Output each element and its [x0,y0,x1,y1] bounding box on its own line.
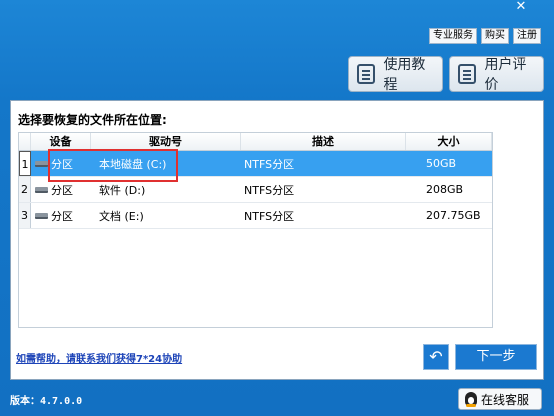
table-row[interactable]: 2 分区 软件 (D:) NTFS分区 208GB [19,177,492,203]
device-cell: 分区 [31,208,91,224]
device-cell: 分区 [31,182,91,198]
table-row[interactable]: 3 分区 文档 (E:) NTFS分区 207.75GB [19,203,492,229]
header-desc[interactable]: 描述 [241,133,406,150]
header-index [19,133,31,150]
close-button[interactable]: ✕ [507,0,535,14]
drive-cell: 本地磁盘 (C:) [99,157,167,171]
device-cell: 分区 [31,156,91,172]
review-button[interactable]: 用户评价 [449,56,544,93]
back-arrow-icon: ↶ [429,347,443,366]
header-drive[interactable]: 驱动号 [91,133,241,150]
panel-title: 选择要恢复的文件所在位置: [18,113,167,127]
back-button[interactable]: ↶ [423,344,449,370]
row-number: 3 [19,203,31,228]
disk-icon [35,160,48,167]
top-links: 专业服务 购买 注册 [429,28,541,44]
device-label: 分区 [51,157,73,171]
size-cell: 207.75GB [426,209,481,222]
app-window: ✕ 专业服务 购买 注册 使用教程 用户评价 选择要恢复的文件所在位置: 设备 … [0,0,554,416]
row-number: 2 [19,177,31,202]
customer-service-button[interactable]: 在线客服 [458,388,542,410]
size-cell: 208GB [426,183,464,196]
table-header: 设备 驱动号 描述 大小 [19,133,492,151]
header-device[interactable]: 设备 [31,133,91,150]
tutorial-button[interactable]: 使用教程 [348,56,443,93]
help-link[interactable]: 如需帮助，请联系我们获得7*24协助 [16,350,182,365]
review-label: 用户评价 [484,57,527,93]
partition-table: 设备 驱动号 描述 大小 1 分区 本地磁盘 (C:) NTFS分区 50GB … [18,132,493,328]
disk-icon [35,212,48,219]
qq-penguin-icon [465,392,477,407]
register-link[interactable]: 注册 [513,28,541,44]
drive-cell: 文档 (E:) [99,209,144,223]
customer-service-label: 在线客服 [481,392,530,407]
header-size[interactable]: 大小 [406,133,492,150]
table-row[interactable]: 1 分区 本地磁盘 (C:) NTFS分区 50GB [19,151,492,177]
device-label: 分区 [51,183,73,197]
next-button[interactable]: 下一步 [455,344,537,370]
desc-cell: NTFS分区 [244,183,295,197]
size-cell: 50GB [426,157,457,170]
main-panel: 选择要恢复的文件所在位置: 设备 驱动号 描述 大小 1 分区 本地磁盘 (C:… [10,100,544,380]
desc-cell: NTFS分区 [244,209,295,223]
desc-cell: NTFS分区 [244,157,295,171]
version-label: 版本：4.7.0.0 [10,396,83,407]
row-number: 1 [19,151,31,176]
device-label: 分区 [51,209,73,223]
disk-icon [35,186,48,193]
buy-link[interactable]: 购买 [481,28,509,44]
tutorial-label: 使用教程 [383,57,426,93]
pro-service-link[interactable]: 专业服务 [429,28,477,44]
document-icon [357,64,376,84]
drive-cell: 软件 (D:) [99,183,146,197]
comment-icon [458,64,477,84]
